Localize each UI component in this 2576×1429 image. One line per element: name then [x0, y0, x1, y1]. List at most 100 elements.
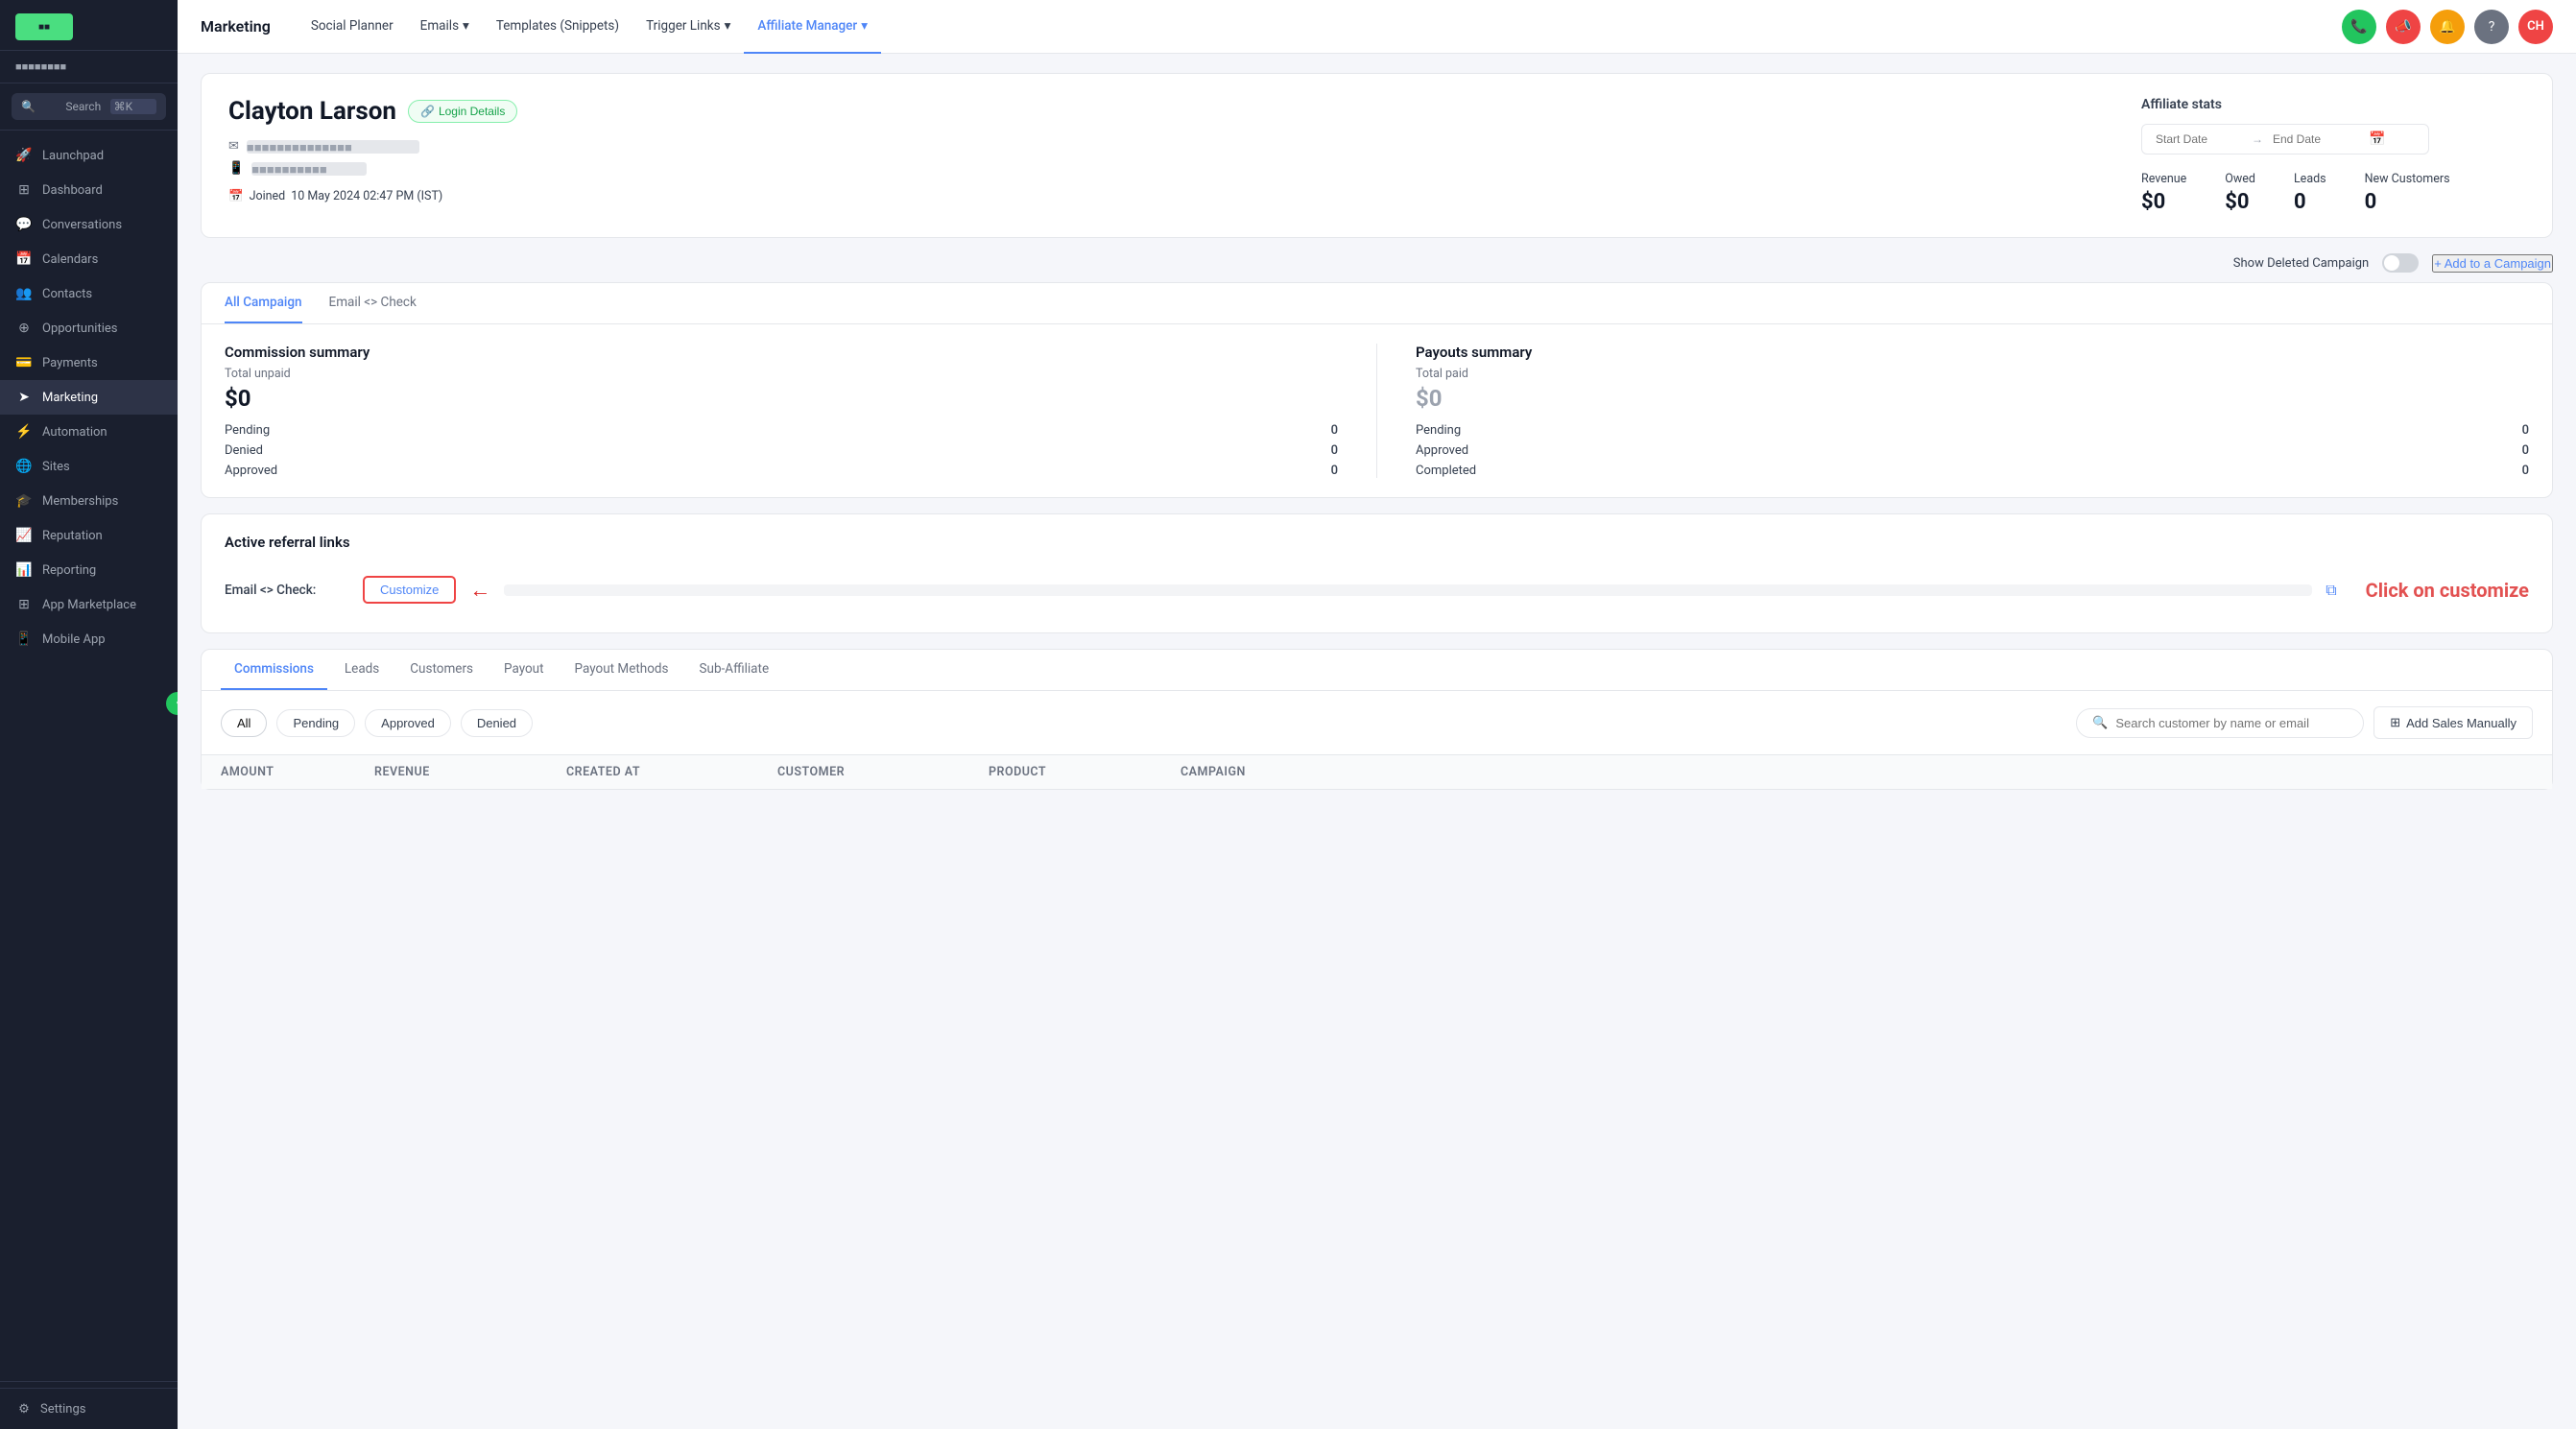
sidebar-item-automation[interactable]: ⚡ Automation: [0, 415, 178, 449]
topbar-nav-templates[interactable]: Templates (Snippets): [483, 0, 632, 54]
search-box[interactable]: 🔍 Search ⌘K: [12, 93, 166, 120]
commissions-card: CommissionsLeadsCustomersPayoutPayout Me…: [201, 649, 2553, 790]
affiliate-stats: Affiliate stats → 📅 Revenue $0 Owed $0 L…: [2141, 97, 2525, 214]
row-label: Approved: [225, 464, 277, 478]
sidebar-item-opportunities[interactable]: ⊕ Opportunities: [0, 311, 178, 345]
sidebar-item-payments[interactable]: 💳 Payments: [0, 345, 178, 380]
sidebar-item-label: Payments: [42, 356, 98, 370]
sidebar-item-label: Dashboard: [42, 183, 103, 198]
stat-owed: Owed $0: [2225, 172, 2255, 214]
phone-icon[interactable]: 📞: [2342, 10, 2376, 44]
commissions-tab-payout-methods[interactable]: Payout Methods: [561, 650, 682, 690]
sidebar-search-area[interactable]: 🔍 Search ⌘K: [0, 83, 178, 131]
sidebar-item-label: Conversations: [42, 218, 122, 232]
click-instruction: Click on customize: [2366, 579, 2529, 602]
app-marketplace-icon: ⊞: [15, 596, 33, 613]
topbar-nav-emails[interactable]: Emails ▾: [407, 0, 483, 54]
joined-label: Joined: [250, 189, 286, 203]
filter-all[interactable]: All: [221, 709, 267, 737]
date-range-picker[interactable]: → 📅: [2141, 124, 2429, 155]
start-date-input[interactable]: [2156, 132, 2242, 146]
sidebar-item-launchpad[interactable]: 🚀 Launchpad: [0, 138, 178, 173]
sidebar-item-calendars[interactable]: 📅 Calendars: [0, 242, 178, 276]
profile-left: Clayton Larson 🔗 Login Details ✉ ■■■■■■■…: [228, 97, 2103, 214]
megaphone-icon[interactable]: 📣: [2386, 10, 2421, 44]
commissions-tab-payout[interactable]: Payout: [490, 650, 558, 690]
phone-icon: 📱: [228, 161, 244, 176]
copy-icon[interactable]: ⧉: [2326, 581, 2336, 600]
topbar-nav: Social PlannerEmails ▾Templates (Snippet…: [298, 0, 2342, 54]
sidebar-item-mobile-app[interactable]: 📱 Mobile App: [0, 622, 178, 656]
commission-row: Denied 0: [225, 443, 1338, 458]
filter-denied[interactable]: Denied: [461, 709, 533, 737]
payout-row: Pending0: [1416, 423, 2529, 438]
sidebar-item-reporting[interactable]: 📊 Reporting: [0, 553, 178, 587]
summary-tab-all-campaign[interactable]: All Campaign: [225, 283, 302, 323]
login-details-button[interactable]: 🔗 Login Details: [408, 100, 517, 123]
col-amount-header: Amount: [221, 765, 374, 779]
add-campaign-button[interactable]: + Add to a Campaign: [2432, 254, 2553, 273]
topbar-nav-affiliate-manager[interactable]: Affiliate Manager ▾: [744, 0, 881, 54]
sidebar-item-memberships[interactable]: 🎓 Memberships: [0, 484, 178, 518]
calendar-icon[interactable]: 📅: [2369, 131, 2385, 147]
row-value: 0: [1331, 443, 1338, 458]
commissions-tab-customers[interactable]: Customers: [396, 650, 487, 690]
sidebar-item-marketing[interactable]: ➤ Marketing: [0, 380, 178, 415]
sidebar-item-conversations[interactable]: 💬 Conversations: [0, 207, 178, 242]
row-label: Denied: [225, 443, 263, 458]
red-arrow-icon: ←: [469, 578, 490, 603]
topbar-nav-social-planner[interactable]: Social Planner: [298, 0, 407, 54]
dropdown-arrow: ▾: [725, 18, 731, 34]
topbar-nav-trigger-links[interactable]: Trigger Links ▾: [632, 0, 744, 54]
customize-button[interactable]: Customize: [363, 576, 456, 604]
sidebar-item-reputation[interactable]: 📈 Reputation: [0, 518, 178, 553]
filter-pending[interactable]: Pending: [276, 709, 355, 737]
sidebar-item-label: Opportunities: [42, 322, 117, 336]
search-customer-box[interactable]: 🔍: [2076, 708, 2364, 738]
commissions-tab-commissions[interactable]: Commissions: [221, 650, 327, 690]
bell-icon[interactable]: 🔔: [2430, 10, 2465, 44]
contacts-icon: 👥: [15, 285, 33, 302]
sidebar-item-dashboard[interactable]: ⊞ Dashboard: [0, 173, 178, 207]
show-deleted-label: Show Deleted Campaign: [2233, 256, 2369, 271]
search-customer-input[interactable]: [2115, 716, 2348, 730]
commissions-tab-sub-affiliate[interactable]: Sub-Affiliate: [686, 650, 783, 690]
sidebar-item-label: App Marketplace: [42, 598, 136, 612]
sidebar-item-contacts[interactable]: 👥 Contacts: [0, 276, 178, 311]
email-row: ✉ ■■■■■■■■■■■■■■: [228, 139, 2103, 154]
summary-tab-email-check[interactable]: Email <> Check: [329, 283, 417, 323]
commission-row: Pending0: [225, 423, 1338, 438]
settings-label: Settings: [40, 1402, 85, 1417]
sidebar-item-sites[interactable]: 🌐 Sites: [0, 449, 178, 484]
sidebar-account[interactable]: ■■■■■■■■: [0, 51, 178, 83]
stat-new-customers: New Customers 0: [2365, 172, 2450, 214]
end-date-input[interactable]: [2273, 132, 2359, 146]
affiliate-name: Clayton Larson: [228, 97, 396, 126]
sidebar-item-app-marketplace[interactable]: ⊞ App Marketplace: [0, 587, 178, 622]
payouts-total-value: $0: [1416, 385, 2529, 412]
sidebar-logo-area: ■■: [0, 0, 178, 51]
calendars-icon: 📅: [15, 250, 33, 268]
help-icon[interactable]: ?: [2474, 10, 2509, 44]
show-deleted-toggle[interactable]: [2382, 253, 2419, 273]
stat-value-revenue: $0: [2141, 190, 2186, 214]
settings-item[interactable]: ⚙ Settings: [0, 1388, 178, 1429]
avatar-icon[interactable]: CH: [2518, 10, 2553, 44]
summary-content: Commission summary Total unpaid $0 Pendi…: [202, 324, 2552, 497]
email-value: ■■■■■■■■■■■■■■: [247, 140, 419, 154]
stat-label-new-customers: New Customers: [2365, 172, 2450, 186]
referral-title: Active referral links: [225, 534, 2529, 551]
stats-title: Affiliate stats: [2141, 97, 2525, 112]
payout-row: Completed0: [1416, 464, 2529, 478]
sidebar-item-label: Launchpad: [42, 149, 104, 163]
sidebar-item-label: Automation: [42, 425, 107, 440]
referral-card: Active referral links Email <> Check: Cu…: [201, 513, 2553, 633]
search-icon: 🔍: [2092, 716, 2108, 730]
commissions-tab-leads[interactable]: Leads: [331, 650, 393, 690]
filter-approved[interactable]: Approved: [365, 709, 451, 737]
commission-title: Commission summary: [225, 344, 1338, 361]
sidebar-item-label: Marketing: [42, 391, 98, 405]
table-header: Amount Revenue Created At Customer Produ…: [202, 754, 2552, 789]
row-value: 0: [1331, 423, 1338, 438]
add-sales-button[interactable]: ⊞Add Sales Manually: [2373, 706, 2533, 739]
